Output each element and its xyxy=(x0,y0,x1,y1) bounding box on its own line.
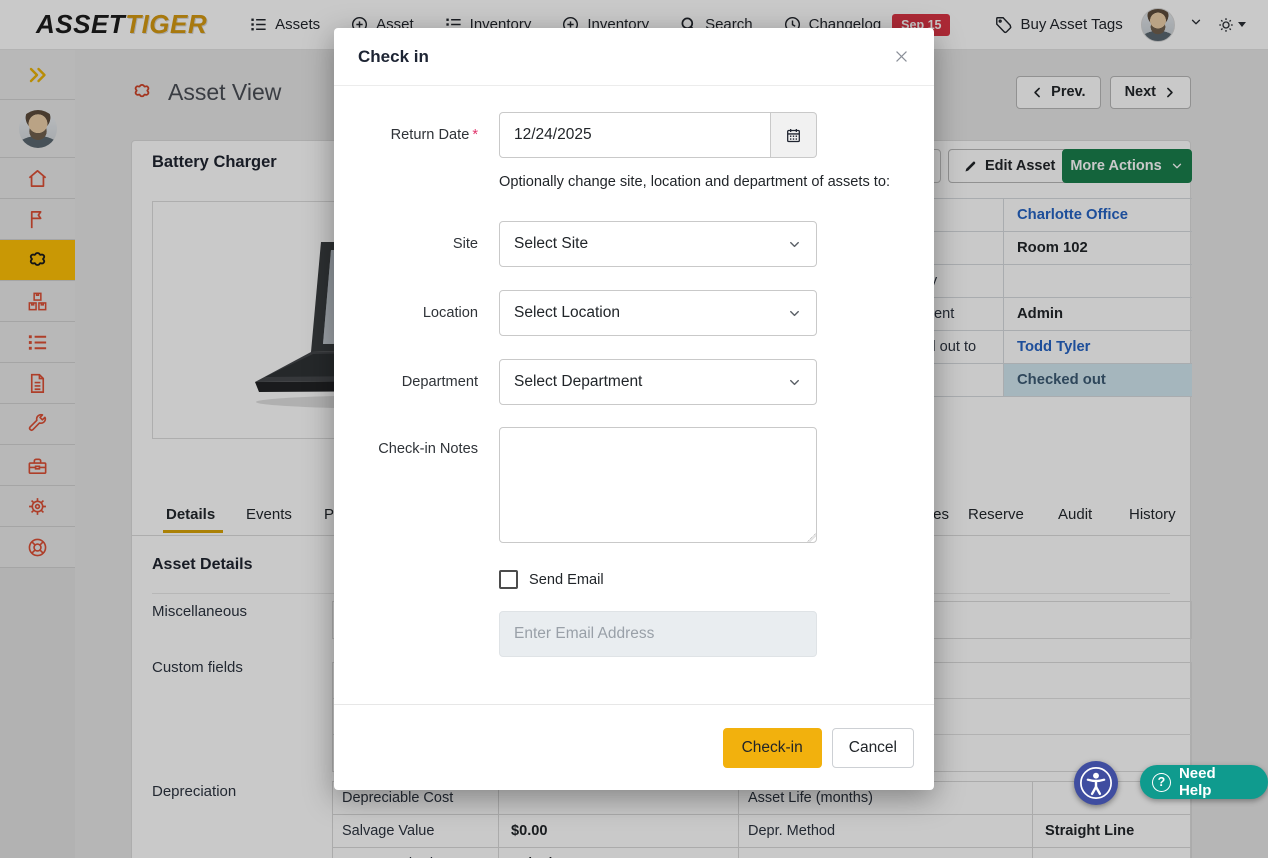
chevron-down-icon xyxy=(787,237,802,252)
location-select[interactable]: Select Location xyxy=(499,290,817,336)
required-asterisk: * xyxy=(472,127,478,143)
department-label: Department xyxy=(334,374,478,390)
question-icon: ? xyxy=(1152,773,1171,792)
chevron-down-icon xyxy=(787,306,802,321)
department-select[interactable]: Select Department xyxy=(499,359,817,405)
cancel-button[interactable]: Cancel xyxy=(832,728,914,768)
modal-title: Check in xyxy=(358,47,429,67)
location-select-value: Select Location xyxy=(514,304,620,322)
site-select-value: Select Site xyxy=(514,235,588,253)
send-email-label: Send Email xyxy=(529,572,604,588)
accessibility-button[interactable] xyxy=(1074,761,1118,805)
return-date-label: Return Date* xyxy=(334,127,478,143)
checkin-submit-button[interactable]: Check-in xyxy=(723,728,822,768)
app-window: ASSETTIGER Assets Asset Inventory Invent… xyxy=(0,0,1268,858)
modal-footer: Check-in Cancel xyxy=(334,704,934,790)
return-date-field xyxy=(499,112,817,158)
modal-header: Check in xyxy=(334,28,934,86)
return-date-input[interactable] xyxy=(499,112,771,158)
need-help-button[interactable]: ? Need Help xyxy=(1140,765,1268,799)
checkin-notes-label: Check-in Notes xyxy=(334,427,478,457)
department-row: Department Select Department xyxy=(334,359,934,405)
need-help-label: Need Help xyxy=(1179,765,1252,799)
optional-change-text: Optionally change site, location and dep… xyxy=(499,174,934,190)
site-row: Site Select Site xyxy=(334,221,934,267)
calendar-icon xyxy=(785,127,802,144)
location-label: Location xyxy=(334,305,478,321)
chevron-down-icon xyxy=(787,375,802,390)
close-button[interactable] xyxy=(893,48,910,65)
notes-row: Check-in Notes xyxy=(334,427,934,548)
site-select[interactable]: Select Site xyxy=(499,221,817,267)
checkin-notes-textarea[interactable] xyxy=(499,427,817,543)
location-row: Location Select Location xyxy=(334,290,934,336)
accessibility-person-icon xyxy=(1077,764,1115,802)
close-icon xyxy=(893,48,910,65)
return-date-row: Return Date* xyxy=(334,112,934,158)
check-in-modal: Check in Return Date* Optionally change … xyxy=(334,28,934,790)
send-email-checkbox[interactable] xyxy=(499,570,518,589)
send-email-row: Send Email xyxy=(499,570,934,589)
calendar-button[interactable] xyxy=(771,112,817,158)
department-select-value: Select Department xyxy=(514,373,642,391)
site-label: Site xyxy=(334,236,478,252)
email-address-input[interactable] xyxy=(499,611,817,657)
